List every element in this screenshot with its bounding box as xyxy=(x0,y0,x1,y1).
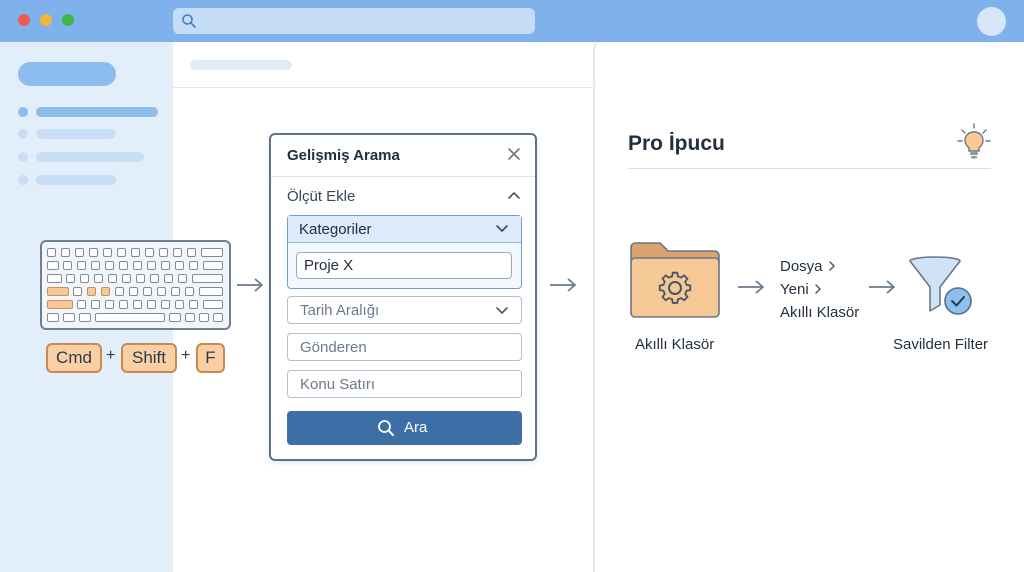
shift-key-chip: Shift xyxy=(121,343,177,373)
subject-placeholder: Konu Satırı xyxy=(300,376,376,393)
search-icon xyxy=(378,420,394,436)
date-range-placeholder: Tarih Aralığı xyxy=(300,302,380,319)
close-icon[interactable] xyxy=(507,147,521,161)
menu-path-item: Yeni xyxy=(780,281,822,298)
search-button[interactable]: Ara xyxy=(287,411,522,445)
chevron-down-icon xyxy=(496,225,508,232)
plus-sign: + xyxy=(181,347,191,364)
list-header-placeholder xyxy=(190,60,292,70)
dialog-title: Gelişmiş Arama xyxy=(287,147,400,164)
keyboard-icon xyxy=(40,240,231,330)
arrow-right-icon xyxy=(550,278,576,292)
chevron-up-icon[interactable] xyxy=(507,190,521,200)
cmd-key-chip: Cmd xyxy=(46,343,102,373)
categories-group: Kategoriler Proje X xyxy=(287,215,522,289)
arrow-right-icon xyxy=(869,280,895,294)
categories-label: Kategoriler xyxy=(299,221,372,238)
date-range-dropdown[interactable]: Tarih Aralığı xyxy=(287,296,522,324)
saved-filter-label: Savilden Filter xyxy=(893,336,989,353)
chevron-right-icon xyxy=(828,261,835,271)
divider xyxy=(271,176,535,177)
close-window-button[interactable] xyxy=(18,14,30,26)
window-titlebar xyxy=(0,0,1024,42)
menu-path-item: Akıllı Klasör xyxy=(780,304,859,321)
avatar[interactable] xyxy=(977,7,1006,36)
divider xyxy=(628,168,991,169)
search-icon xyxy=(182,14,196,28)
chevron-right-icon xyxy=(814,284,821,294)
f-key-chip: F xyxy=(196,343,225,373)
funnel-check-icon xyxy=(909,256,972,315)
search-button-label: Ara xyxy=(404,419,428,436)
menu-path-new: Yeni xyxy=(780,281,809,298)
add-criteria-label[interactable]: Ölçüt Ekle xyxy=(287,188,355,205)
plus-sign: + xyxy=(106,347,116,364)
lightbulb-icon xyxy=(957,123,991,159)
maximize-window-button[interactable] xyxy=(62,14,74,26)
tip-title: Pro İpucu xyxy=(628,132,725,155)
pro-tip-panel: Pro İpucu Akıllı Klasör Dosya Yeni Akıll… xyxy=(593,42,1024,572)
advanced-search-dialog: Gelişmiş Arama Ölçüt Ekle Kategoriler Pr… xyxy=(269,133,537,461)
category-value-input[interactable]: Proje X xyxy=(296,252,512,279)
arrow-right-icon xyxy=(237,278,263,292)
minimize-window-button[interactable] xyxy=(40,14,52,26)
global-search-bar[interactable] xyxy=(173,8,535,34)
smart-folder-label: Akıllı Klasör xyxy=(635,336,715,353)
sender-placeholder: Gönderen xyxy=(300,339,367,356)
menu-path-file: Dosya xyxy=(780,258,823,275)
chevron-down-icon xyxy=(496,307,508,314)
subject-field[interactable]: Konu Satırı xyxy=(287,370,522,398)
folder-gear-icon xyxy=(630,242,720,318)
categories-dropdown[interactable]: Kategoriler xyxy=(288,216,521,243)
arrow-right-icon xyxy=(738,280,764,294)
sender-field[interactable]: Gönderen xyxy=(287,333,522,361)
menu-path-smart-folder: Akıllı Klasör xyxy=(780,304,860,321)
sidebar-compose-button[interactable] xyxy=(18,62,116,86)
divider xyxy=(173,87,593,88)
menu-path-item: Dosya xyxy=(780,258,836,275)
